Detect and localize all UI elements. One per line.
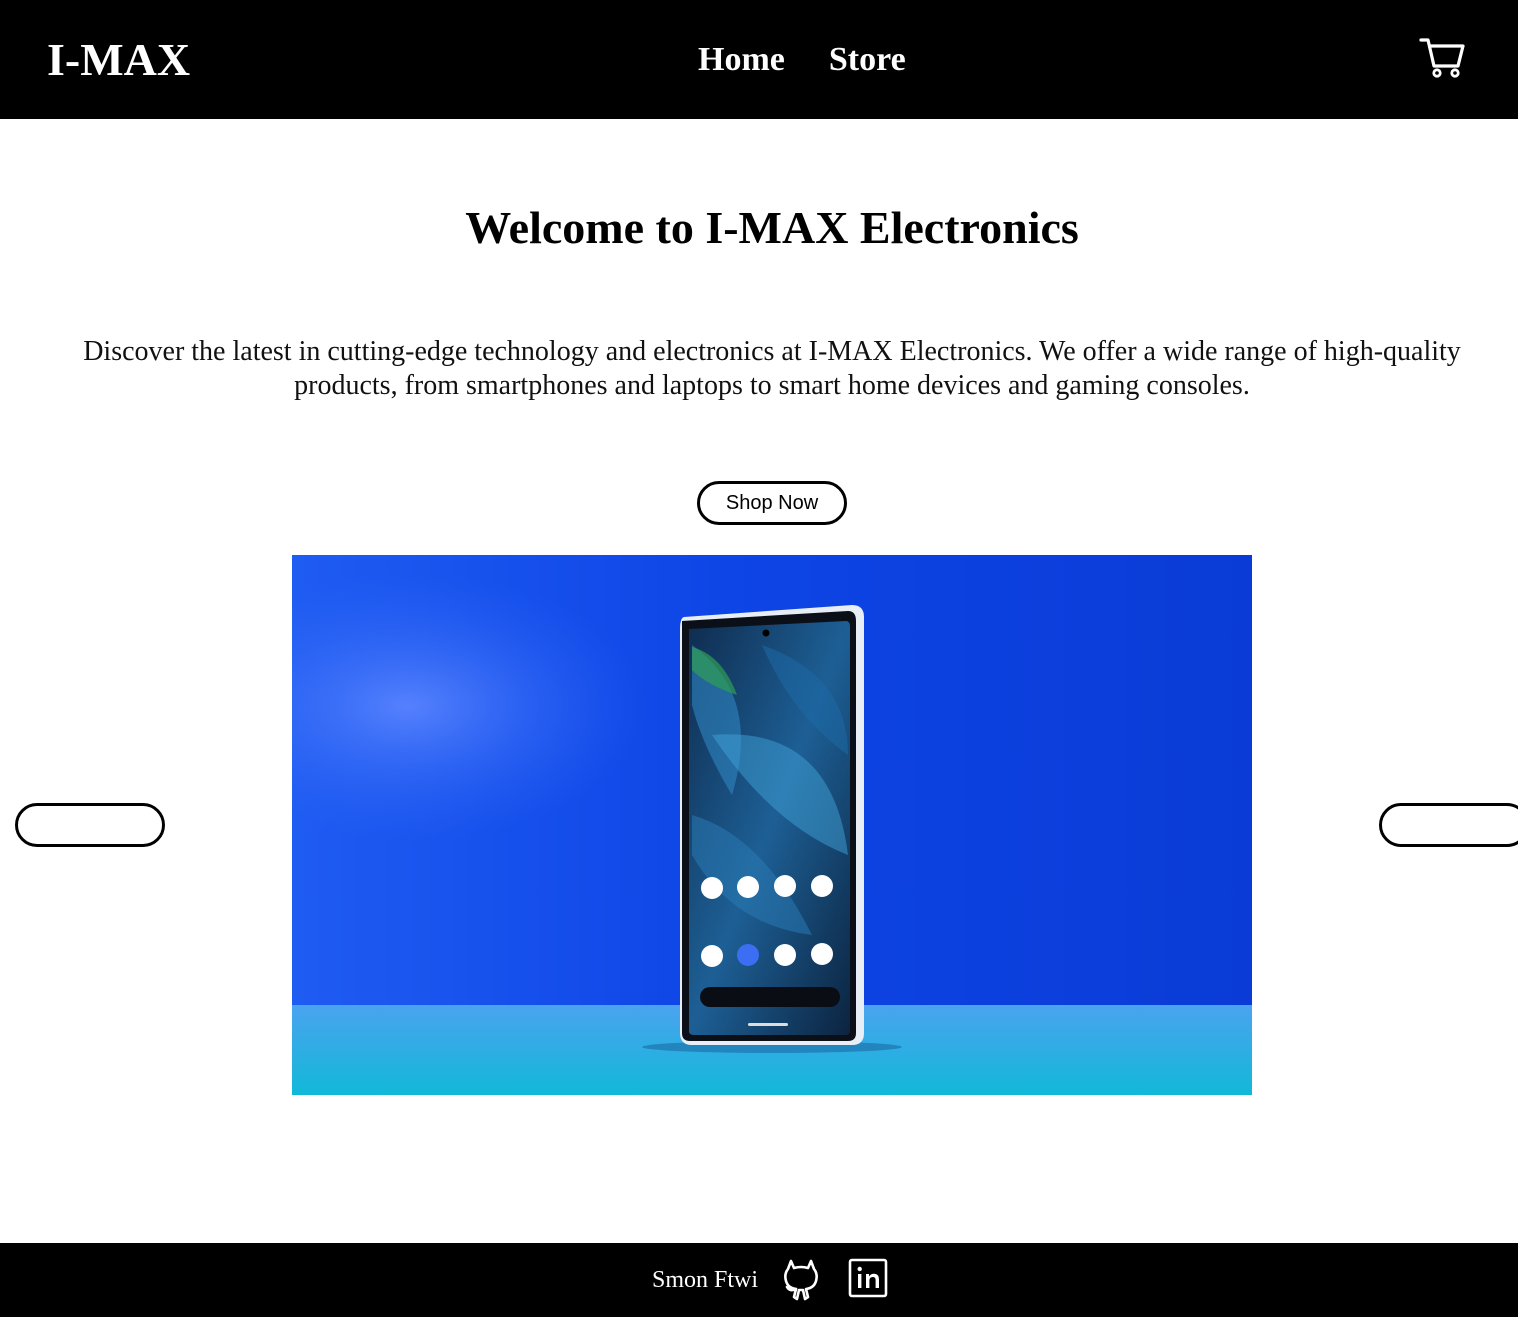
- logo[interactable]: I-MAX: [47, 30, 190, 90]
- carousel-next-button[interactable]: [1379, 803, 1518, 847]
- site-header: I-MAX Home Store: [0, 0, 1518, 119]
- page-title: Welcome to I-MAX Electronics: [465, 202, 1079, 253]
- nav-home-link[interactable]: Home: [698, 37, 785, 83]
- footer-author-name: Smon Ftwi: [652, 1267, 759, 1293]
- github-icon[interactable]: [781, 1257, 821, 1301]
- hero-description: Discover the latest in cutting-edge tech…: [83, 336, 1461, 401]
- carousel-prev-button[interactable]: [15, 803, 165, 847]
- linkedin-icon[interactable]: [848, 1258, 888, 1298]
- shopping-cart-icon[interactable]: [1418, 34, 1466, 80]
- carousel-slide-image: [292, 555, 1252, 1095]
- shop-now-button[interactable]: Shop Now: [697, 481, 847, 525]
- nav-store-link[interactable]: Store: [829, 37, 906, 83]
- site-footer: Smon Ftwi: [0, 1243, 1518, 1317]
- page: I-MAX Home Store Welcome to I-MAX Electro…: [0, 0, 1518, 1317]
